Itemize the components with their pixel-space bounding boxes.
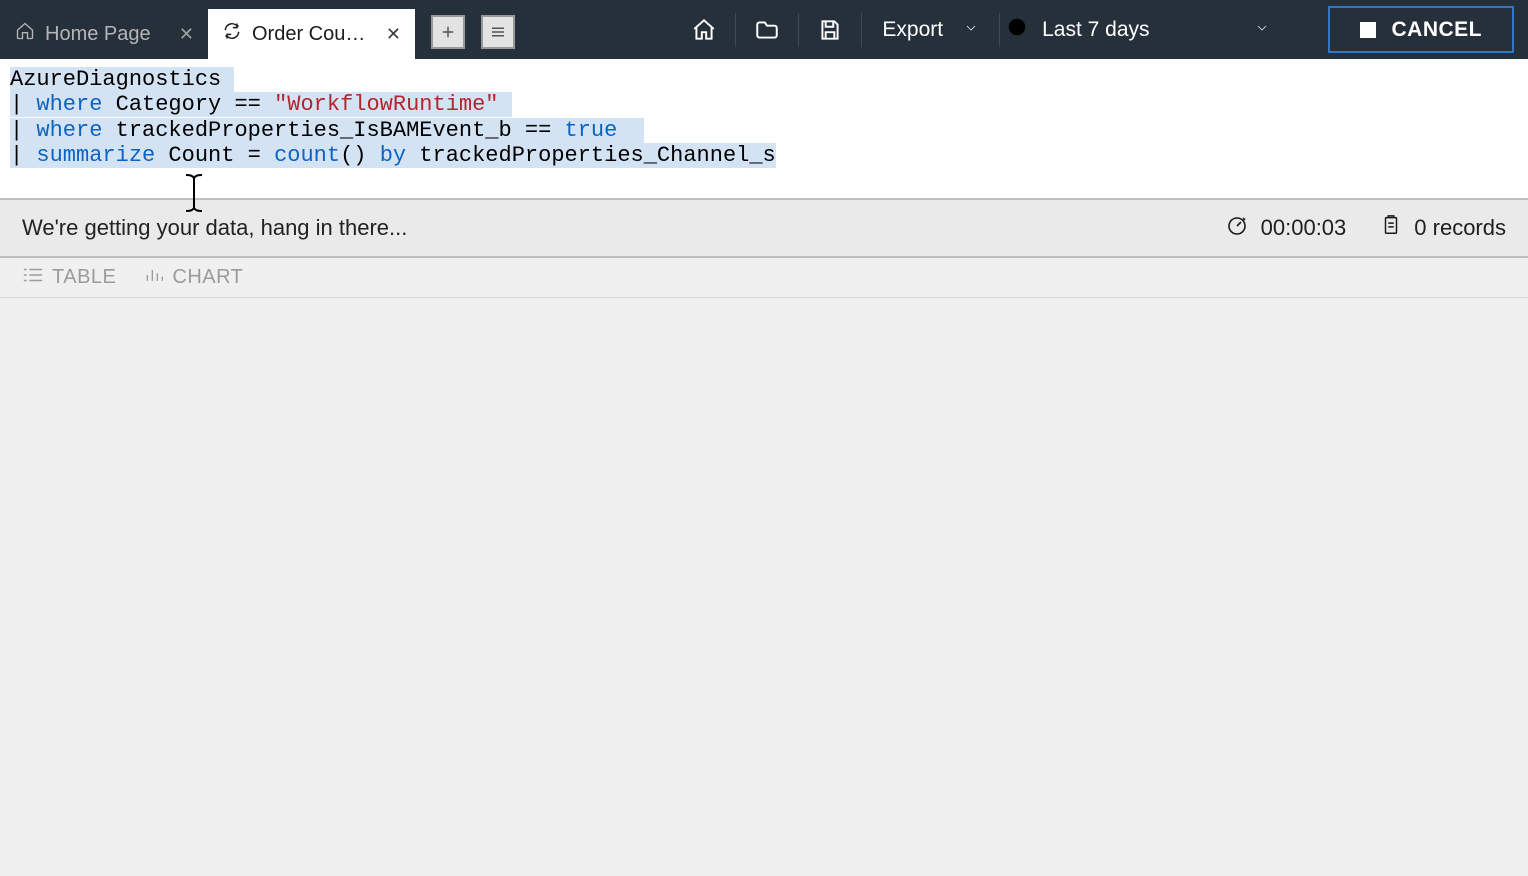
stop-icon xyxy=(1360,22,1376,38)
cancel-button[interactable]: CANCEL xyxy=(1328,6,1515,53)
time-range-dropdown[interactable]: Last 7 days xyxy=(1002,16,1287,44)
view-table-tab[interactable]: TABLE xyxy=(22,266,116,290)
close-icon[interactable]: ✕ xyxy=(386,24,401,45)
new-tab-button[interactable] xyxy=(431,15,465,49)
table-icon xyxy=(22,266,44,290)
query-editor[interactable]: AzureDiagnostics | where Category == "Wo… xyxy=(0,59,1528,200)
status-bar: We're getting your data, hang in there..… xyxy=(0,200,1528,258)
code-keyword: true xyxy=(565,118,618,143)
top-toolbar: Home Page ✕ Order Count ... ✕ xyxy=(0,0,1528,59)
tab-label: Order Count ... xyxy=(252,23,376,46)
code-token: () xyxy=(340,143,380,168)
home-icon xyxy=(15,21,35,47)
toolbar-right: Export Last 7 days CANCEL xyxy=(675,0,1520,59)
refresh-icon xyxy=(222,21,242,47)
code-keyword: where xyxy=(36,118,102,143)
separator xyxy=(999,13,1000,47)
code-token: trackedProperties_IsBAMEvent_b == xyxy=(102,118,564,143)
cancel-label: CANCEL xyxy=(1392,18,1483,42)
stopwatch-icon xyxy=(1225,213,1249,243)
records-value: 0 records xyxy=(1414,215,1506,241)
code-keyword: where xyxy=(36,92,102,117)
code-token: | xyxy=(10,118,36,143)
code-token: | xyxy=(10,143,36,168)
loading-message: We're getting your data, hang in there..… xyxy=(22,215,1191,241)
view-table-label: TABLE xyxy=(52,266,116,289)
timer-readout: 00:00:03 xyxy=(1225,213,1347,243)
clock-icon xyxy=(1006,16,1028,44)
chevron-down-icon xyxy=(1254,18,1270,42)
tab-strip: Home Page ✕ Order Count ... ✕ xyxy=(0,0,515,59)
export-label: Export xyxy=(882,18,943,42)
code-token: | xyxy=(10,92,36,117)
view-switch: TABLE CHART xyxy=(0,258,1528,298)
timer-value: 00:00:03 xyxy=(1261,215,1347,241)
separator xyxy=(798,13,799,47)
separator xyxy=(735,13,736,47)
code-keyword: by xyxy=(380,143,406,168)
list-tabs-button[interactable] xyxy=(481,15,515,49)
home-button[interactable] xyxy=(675,0,733,59)
separator xyxy=(861,13,862,47)
code-token: Count = xyxy=(155,143,274,168)
export-dropdown[interactable]: Export xyxy=(864,18,997,42)
records-readout: 0 records xyxy=(1380,213,1506,243)
code-token: AzureDiagnostics xyxy=(10,67,221,92)
open-button[interactable] xyxy=(738,0,796,59)
code-keyword: summarize xyxy=(36,143,155,168)
code-token: Category == xyxy=(102,92,274,117)
tab-home-page[interactable]: Home Page ✕ xyxy=(1,9,208,59)
code-string: "WorkflowRuntime" xyxy=(274,92,498,117)
code-token: trackedProperties_Channel_s xyxy=(406,143,776,168)
results-pane xyxy=(0,298,1528,876)
tab-label: Home Page xyxy=(45,23,169,46)
close-icon[interactable]: ✕ xyxy=(179,24,194,45)
code-function: count xyxy=(274,143,340,168)
view-chart-tab[interactable]: CHART xyxy=(144,266,243,290)
save-button[interactable] xyxy=(801,0,859,59)
view-chart-label: CHART xyxy=(172,266,243,289)
bar-chart-icon xyxy=(144,266,164,290)
time-range-label: Last 7 days xyxy=(1042,18,1149,42)
tab-order-count[interactable]: Order Count ... ✕ xyxy=(208,9,415,59)
clipboard-icon xyxy=(1380,213,1402,243)
chevron-down-icon xyxy=(963,18,979,42)
